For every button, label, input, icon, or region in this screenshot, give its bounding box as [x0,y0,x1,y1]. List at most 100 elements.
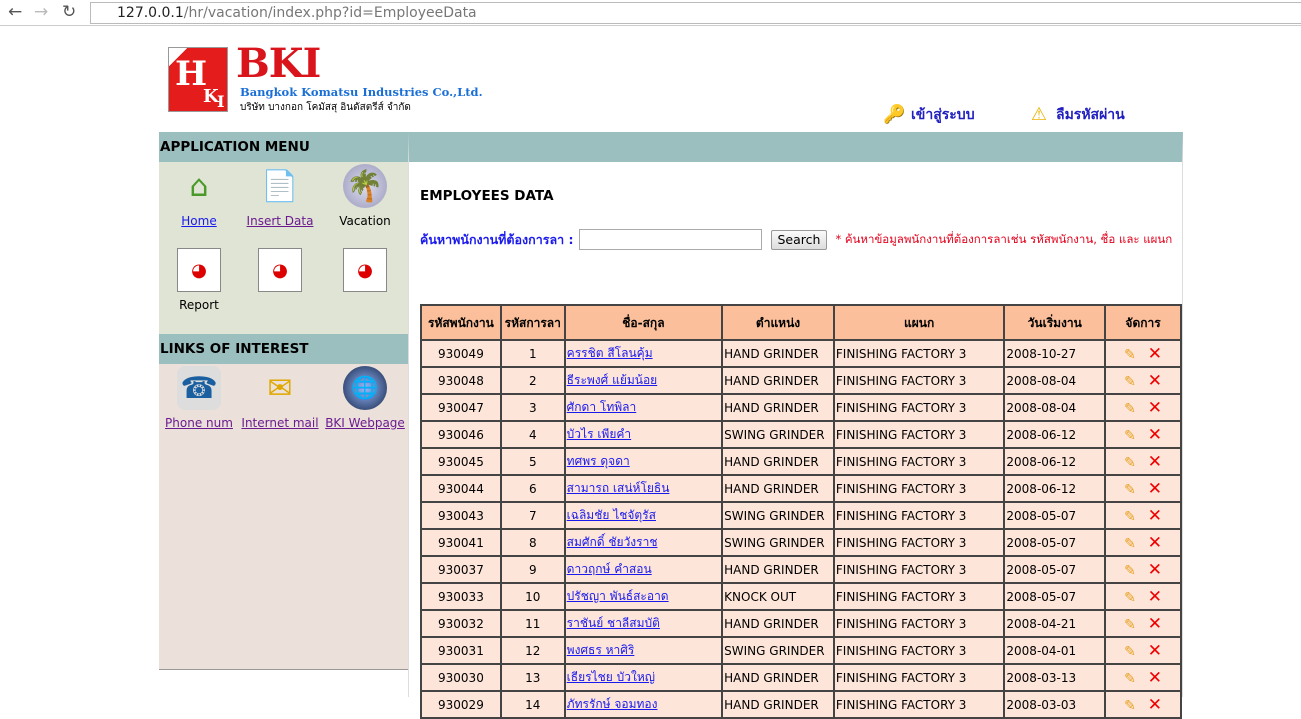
delete-x-icon[interactable]: ✕ [1148,641,1162,661]
edit-pencil-icon[interactable]: ✎ [1124,428,1136,444]
link-phone[interactable]: ☎ Phone num [157,366,241,430]
delete-x-icon[interactable]: ✕ [1148,479,1162,499]
menu-insert-data[interactable]: 📄 Insert Data [238,164,322,229]
employee-name-link[interactable]: ทศพร ดุจดา [567,454,630,468]
employee-name-link[interactable]: เธียรไชย บัวใหญ่ [567,670,655,684]
delete-x-icon[interactable]: ✕ [1148,371,1162,391]
delete-x-icon[interactable]: ✕ [1148,506,1162,526]
menu-report-2[interactable]: ◕ [238,248,322,298]
employee-name-cell: ศักดา โทพิลา [563,393,724,422]
leave-id-cell: 13 [499,663,566,692]
employee-name-link[interactable]: ปรัชญา พันธ์สะอาด [567,589,669,603]
search-hint: * ค้นหาข้อมูลพนักงานที่ต้องการลาเช่น รหั… [835,231,1173,246]
link-mail[interactable]: ✉ Internet mail [238,366,322,431]
position-cell: SWING GRINDER [721,420,835,449]
delete-x-icon[interactable]: ✕ [1148,560,1162,580]
employee-name-cell: ธีระพงศ์ แย้มน้อย [563,366,724,395]
edit-pencil-icon[interactable]: ✎ [1124,482,1136,498]
start-date-cell: 2008-05-07 [1003,501,1107,530]
delete-x-icon[interactable]: ✕ [1148,344,1162,364]
department-cell: FINISHING FACTORY 3 [832,393,1006,422]
department-cell: FINISHING FACTORY 3 [832,555,1006,584]
department-cell: FINISHING FACTORY 3 [832,663,1006,692]
delete-x-icon[interactable]: ✕ [1148,398,1162,418]
leave-id-cell: 7 [499,501,566,530]
table-row: 930044 6 สามารถ เสน่ห์โยธิน HAND GRINDER FIN… [420,474,1182,503]
start-date-cell: 2008-03-13 [1003,663,1107,692]
column-header: แผนก [832,304,1006,341]
login-link[interactable]: 🔑 เข้าสู่ระบบ [883,104,975,126]
report-chart-icon: ◕ [177,248,221,292]
table-row: 930037 9 ดาวฤกษ์ คำสอน HAND GRINDER FINISHIN… [420,555,1182,584]
position-cell: HAND GRINDER [721,366,835,395]
employee-name-link[interactable]: พงศธร หาศิริ [567,643,635,657]
menu-home[interactable]: ⌂ Home [157,164,241,229]
position-cell: HAND GRINDER [721,447,835,476]
employee-name-link[interactable]: ราชันย์ ชาลีสมบัติ [567,616,660,630]
warning-search-icon: ⚠ [1030,104,1048,125]
bki-logo: HKI [168,47,228,112]
employee-name-link[interactable]: ธีระพงศ์ แย้มน้อย [567,373,658,387]
forward-icon[interactable]: → [34,2,48,22]
delete-x-icon[interactable]: ✕ [1148,614,1162,634]
search-button[interactable]: Search [770,229,828,250]
leave-id-cell: 8 [499,528,566,557]
forgot-password-link[interactable]: ⚠ ลืมรหัสผ่าน [1028,104,1125,126]
edit-pencil-icon[interactable]: ✎ [1124,671,1136,687]
department-cell: FINISHING FACTORY 3 [832,474,1006,503]
edit-pencil-icon[interactable]: ✎ [1124,590,1136,606]
edit-pencil-icon[interactable]: ✎ [1124,698,1136,714]
search-form: ค้นหาพนักงานที่ต้องการลา : Search * ค้นห… [420,229,1172,250]
employee-name-link[interactable]: เฉลิมชัย ไชจัตุรัส [567,508,656,522]
department-cell: FINISHING FACTORY 3 [832,690,1006,719]
department-cell: FINISHING FACTORY 3 [832,501,1006,530]
edit-pencil-icon[interactable]: ✎ [1124,374,1136,390]
table-row: 930041 8 สมศักดิ์ ชัยวังราช SWING GRINDER FI… [420,528,1182,557]
sidebar: APPLICATION MENU ⌂ Home 📄 Insert Data 🌴 Vac… [159,132,409,670]
table-row: 930031 12 พงศธร หาศิริ SWING GRINDER FINISHI… [420,636,1182,665]
search-input[interactable] [578,229,762,250]
menu-vacation[interactable]: 🌴 Vacation [323,164,407,228]
edit-pencil-icon[interactable]: ✎ [1124,617,1136,633]
start-date-cell: 2008-06-12 [1003,447,1107,476]
edit-pencil-icon[interactable]: ✎ [1124,536,1136,552]
employee-name-link[interactable]: ดาวฤกษ์ คำสอน [567,562,652,576]
employees-table: รหัสพนักงาน รหัสการลา ชื่อ-สกุล ตำแหน่ง แผนก… [420,304,1182,719]
actions-cell: ✎ ✕ [1104,582,1182,611]
department-cell: FINISHING FACTORY 3 [832,636,1006,665]
menu-report-3[interactable]: ◕ [323,248,407,298]
start-date-cell: 2008-08-04 [1003,393,1107,422]
employee-id-cell: 930030 [420,663,502,692]
edit-pencil-icon[interactable]: ✎ [1124,509,1136,525]
delete-x-icon[interactable]: ✕ [1148,587,1162,607]
position-cell: HAND GRINDER [721,474,835,503]
edit-pencil-icon[interactable]: ✎ [1124,644,1136,660]
address-bar[interactable]: 127.0.0.1/hr/vacation/index.php?id=Emplo… [90,2,1301,24]
employee-id-cell: 930045 [420,447,502,476]
menu-report[interactable]: ◕ Report [157,248,241,312]
delete-x-icon[interactable]: ✕ [1148,695,1162,715]
start-date-cell: 2008-04-01 [1003,636,1107,665]
employee-name-link[interactable]: ศักดา โทพิลา [567,400,637,414]
edit-pencil-icon[interactable]: ✎ [1124,347,1136,363]
back-icon[interactable]: ← [8,2,22,22]
employee-name-link[interactable]: ครรชิต สีโลนคุ้ม [567,346,653,360]
delete-x-icon[interactable]: ✕ [1148,452,1162,472]
employee-name-link[interactable]: บัวไร เพียคำ [567,427,631,441]
link-bki-webpage[interactable]: 🌐 BKI Webpage [323,366,407,430]
delete-x-icon[interactable]: ✕ [1148,668,1162,688]
start-date-cell: 2008-05-07 [1003,555,1107,584]
department-cell: FINISHING FACTORY 3 [832,366,1006,395]
employee-name-link[interactable]: สามารถ เสน่ห์โยธิน [567,481,670,495]
reload-icon[interactable]: ↻ [62,2,76,22]
delete-x-icon[interactable]: ✕ [1148,425,1162,445]
edit-pencil-icon[interactable]: ✎ [1124,401,1136,417]
delete-x-icon[interactable]: ✕ [1148,533,1162,553]
edit-pencil-icon[interactable]: ✎ [1124,455,1136,471]
actions-cell: ✎ ✕ [1104,366,1182,395]
employee-name-link[interactable]: ภัทรรักษ์ จอมทอง [567,697,658,711]
edit-pencil-icon[interactable]: ✎ [1124,563,1136,579]
employee-name-cell: พงศธร หาศิริ [563,636,724,665]
employee-name-link[interactable]: สมศักดิ์ ชัยวังราช [567,535,658,549]
search-label: ค้นหาพนักงานที่ต้องการลา : [420,231,574,247]
